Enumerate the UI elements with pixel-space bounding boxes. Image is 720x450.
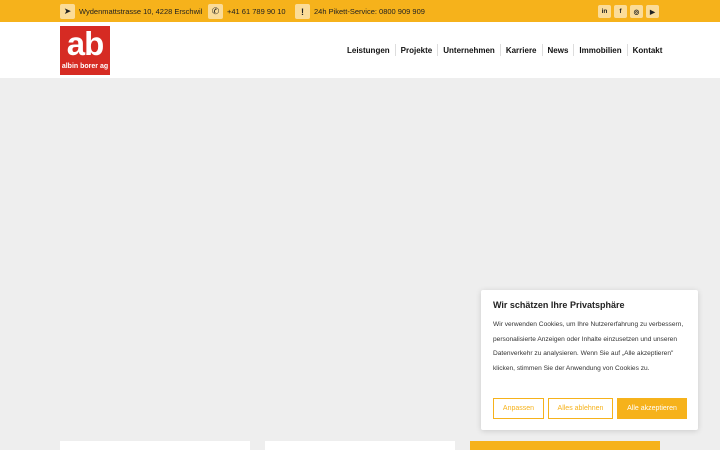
customize-button[interactable]: Anpassen xyxy=(493,398,544,419)
nav-divider xyxy=(437,44,439,56)
pikett-item[interactable]: ! 24h Pikett-Service: 0800 909 909 xyxy=(295,4,425,19)
nav-divider xyxy=(626,44,628,56)
linkedin-icon[interactable]: in xyxy=(598,5,611,18)
exclamation-icon: ! xyxy=(295,4,310,19)
instagram-icon[interactable]: ◎ xyxy=(630,5,643,18)
facebook-icon[interactable]: f xyxy=(614,5,627,18)
reject-all-button[interactable]: Alles ablehnen xyxy=(548,398,613,419)
nav-item-unternehmen[interactable]: Unternehmen xyxy=(443,46,495,55)
nav-divider xyxy=(499,44,501,56)
teaser-card[interactable] xyxy=(60,441,250,450)
nav-item-news[interactable]: News xyxy=(548,46,569,55)
logo-mark: ab xyxy=(66,25,105,62)
top-bar: ➤ Wydenmattstrasse 10, 4228 Erschwil ✆ +… xyxy=(0,0,720,22)
accept-all-button[interactable]: Alle akzeptieren xyxy=(617,398,687,419)
cookie-consent-dialog: Wir schätzen Ihre Privatsphäre Wir verwe… xyxy=(481,290,698,430)
location-arrow-icon: ➤ xyxy=(60,4,75,19)
site-header: ab albin borer ag Leistungen Projekte Un… xyxy=(0,22,720,78)
nav-item-immobilien[interactable]: Immobilien xyxy=(579,46,621,55)
address-text: Wydenmattstrasse 10, 4228 Erschwil xyxy=(79,7,203,16)
phone-icon: ✆ xyxy=(208,4,223,19)
teaser-card[interactable] xyxy=(470,441,660,450)
nav-item-leistungen[interactable]: Leistungen xyxy=(347,46,390,55)
nav-item-projekte[interactable]: Projekte xyxy=(401,46,433,55)
nav-divider xyxy=(573,44,575,56)
nav-item-karriere[interactable]: Karriere xyxy=(506,46,537,55)
nav-item-kontakt[interactable]: Kontakt xyxy=(633,46,663,55)
pikett-text[interactable]: 24h Pikett-Service: 0800 909 909 xyxy=(314,7,425,16)
address-item: ➤ Wydenmattstrasse 10, 4228 Erschwil xyxy=(60,4,202,19)
phone-text[interactable]: +41 61 789 90 10 xyxy=(227,7,286,16)
nav-divider xyxy=(394,44,396,56)
teaser-card[interactable] xyxy=(265,441,455,450)
youtube-icon[interactable]: ▶ xyxy=(646,5,659,18)
phone-item[interactable]: ✆ +41 61 789 90 10 xyxy=(208,4,286,19)
main-nav: Leistungen Projekte Unternehmen Karriere… xyxy=(347,44,662,56)
nav-divider xyxy=(541,44,543,56)
cookie-title: Wir schätzen Ihre Privatsphäre xyxy=(493,300,625,310)
logo-name: albin borer ag xyxy=(61,63,109,70)
cookie-text: Wir verwenden Cookies, um Ihre Nutzererf… xyxy=(493,321,684,372)
company-logo[interactable]: ab albin borer ag xyxy=(60,26,110,75)
